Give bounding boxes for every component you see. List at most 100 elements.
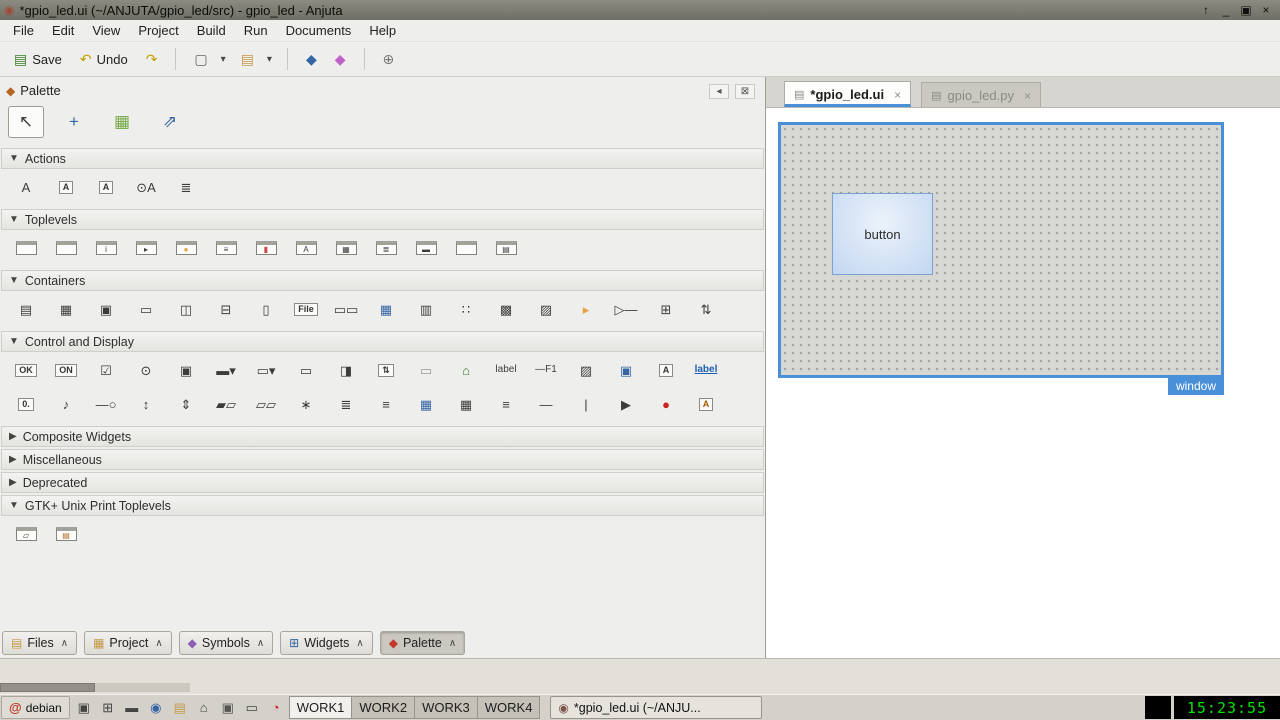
text-view-icon[interactable]: ≣ [326, 392, 366, 416]
dropdown-arrow-icon[interactable]: ▾ [262, 50, 277, 69]
file-manager-icon[interactable]: ▤ [168, 696, 192, 719]
section-header-toplevels[interactable]: ▼ Toplevels [1, 209, 764, 230]
color-button-icon[interactable]: ● [646, 392, 686, 416]
page-setup-dialog-icon[interactable]: ▱ [6, 522, 46, 546]
color-chooser-dialog-icon[interactable]: ▮ [246, 236, 286, 260]
home-button-icon[interactable]: ⌂ [446, 358, 486, 382]
scrollbar-icon[interactable]: ⇕ [166, 392, 206, 416]
app-chooser-dialog-icon[interactable]: ▦ [326, 236, 366, 260]
button-widget[interactable]: button [832, 193, 933, 275]
font-button-icon[interactable]: A [686, 392, 726, 416]
box-icon[interactable]: ▤ [6, 297, 46, 321]
window-label[interactable]: window [1167, 378, 1224, 395]
tab-gpio-led-ui[interactable]: ▤ *gpio_led.ui × [784, 81, 912, 107]
section-header-control-and-display[interactable]: ▼ Control and Display [1, 331, 764, 352]
browser-icon[interactable]: ◉ [144, 696, 168, 719]
terminal-icon[interactable]: ▬ [120, 696, 144, 719]
workspace-work3[interactable]: WORK3 [414, 696, 478, 719]
toolbar-icon[interactable]: ▦ [366, 297, 406, 321]
toggle-button-icon[interactable]: ON [46, 358, 86, 382]
level-bar-icon[interactable]: ▱▱ [246, 392, 286, 416]
editor-icon[interactable]: ▣ [216, 696, 240, 719]
scale-vertical-icon[interactable]: ↕ [126, 392, 166, 416]
image-icon[interactable]: ▨ [566, 358, 606, 382]
menu-item[interactable]: Build [188, 21, 235, 40]
pager-icon[interactable]: ⊞ [96, 696, 120, 719]
separator-icon[interactable]: — [526, 392, 566, 416]
action-group-icon[interactable]: ≣ [166, 175, 206, 199]
section-header-actions[interactable]: ▼ Actions [1, 148, 764, 169]
debian-menu-button[interactable]: @ debian [1, 696, 70, 719]
grid-icon[interactable]: ▦ [46, 297, 86, 321]
spin-button-icon[interactable]: ⇅ [366, 358, 406, 382]
size-group-icon[interactable]: ⇅ [686, 297, 726, 321]
calendar-icon[interactable]: ▦ [446, 392, 486, 416]
window-icon[interactable] [6, 236, 46, 260]
font-chooser-dialog-icon[interactable]: A [286, 236, 326, 260]
menu-item[interactable]: Run [235, 21, 277, 40]
section-header-composite-widgets[interactable]: ▶ Composite Widgets [1, 426, 764, 447]
workspace-work4[interactable]: WORK4 [476, 696, 541, 719]
menu-item[interactable]: Documents [277, 21, 361, 40]
build-icon[interactable]: ◆ [298, 47, 325, 71]
run-configure-icon[interactable]: ◆ [327, 47, 354, 71]
workspace-work1[interactable]: WORK1 [288, 696, 353, 719]
open-file-button[interactable]: ▤ ▾ [233, 47, 277, 71]
save-button[interactable]: ▤ Save [6, 47, 70, 72]
dialog-icon[interactable] [46, 236, 86, 260]
list-box-icon[interactable]: ≡ [486, 392, 526, 416]
button-box-icon[interactable]: ▭▭ [326, 297, 366, 321]
icon-view-icon[interactable]: ▦ [406, 392, 446, 416]
scale-icon[interactable]: —○ [86, 392, 126, 416]
expander-icon[interactable]: ▷— [606, 297, 646, 321]
text-frame-icon[interactable]: A [646, 358, 686, 382]
section-header-miscellaneous[interactable]: ▶ Miscellaneous [1, 449, 764, 470]
revealer-icon[interactable]: ▸ [566, 297, 606, 321]
section-header-deprecated[interactable]: ▶ Deprecated [1, 472, 764, 493]
align-edit-icon[interactable]: ⇗ [152, 106, 188, 138]
accel-label-icon[interactable]: —F1 [526, 358, 566, 382]
about-dialog-icon[interactable]: i [86, 236, 126, 260]
offscreen-window-icon[interactable] [446, 236, 486, 260]
frame-icon[interactable]: ▭ [126, 297, 166, 321]
switch-icon[interactable]: ◨ [326, 358, 366, 382]
assistant-icon[interactable]: ▸ [126, 236, 166, 260]
paned-horizontal-icon[interactable]: ◫ [166, 297, 206, 321]
margins-edit-icon[interactable]: ▦ [104, 106, 140, 138]
aspect-frame-icon[interactable]: ▯ [246, 297, 286, 321]
show-desktop-icon[interactable]: ▣ [72, 696, 96, 719]
progress-bar-icon[interactable]: ▰▱ [206, 392, 246, 416]
new-file-button[interactable]: ▢ ▾ [186, 47, 230, 71]
link-button-icon[interactable]: label [686, 358, 726, 382]
menu-item[interactable]: File [4, 21, 43, 40]
close-tab-icon[interactable]: × [890, 88, 901, 102]
radio-action-icon[interactable]: A [86, 175, 126, 199]
radio-button-icon[interactable]: ⊙ [126, 358, 166, 382]
search-entry-icon[interactable]: ▭ [406, 358, 446, 382]
close-icon[interactable]: × [1256, 2, 1276, 18]
drag-resize-icon[interactable]: + [56, 106, 92, 138]
redo-button[interactable]: ↷ [138, 47, 166, 71]
preferences-icon[interactable]: ⊕ [375, 47, 403, 71]
file-chooser-dialog-icon[interactable]: ≡ [206, 236, 246, 260]
image-button-icon[interactable]: ▣ [606, 358, 646, 382]
maximize-icon[interactable]: ▣ [1236, 2, 1256, 18]
button-box-vertical-icon[interactable]: ∷ [446, 297, 486, 321]
scrolled-window-icon[interactable]: ▩ [486, 297, 526, 321]
viewport-icon[interactable]: ▥ [406, 297, 446, 321]
check-button-icon[interactable]: ☑ [86, 358, 126, 382]
volume-button-icon[interactable]: ♪ [46, 392, 86, 416]
menu-button-icon[interactable]: ▣ [166, 358, 206, 382]
scrollbar-thumb[interactable] [0, 683, 95, 692]
dock-tab-widgets[interactable]: ⊞ Widgets ∧ [280, 631, 373, 655]
combo-box-entry-icon[interactable]: ▭▾ [246, 358, 286, 382]
selector-pointer-icon[interactable]: ↖ [8, 106, 44, 138]
file-chooser-button-icon[interactable]: File [286, 297, 326, 321]
message-dialog-icon[interactable]: ● [166, 236, 206, 260]
home-icon[interactable]: ⌂ [192, 696, 216, 719]
menu-item[interactable]: Project [129, 21, 187, 40]
combo-box-icon[interactable]: ▬▾ [206, 358, 246, 382]
menu-item[interactable]: View [83, 21, 129, 40]
tab-gpio-led-py[interactable]: ▤ gpio_led.py × [921, 82, 1042, 107]
application-window-icon[interactable]: ▤ [486, 236, 526, 260]
